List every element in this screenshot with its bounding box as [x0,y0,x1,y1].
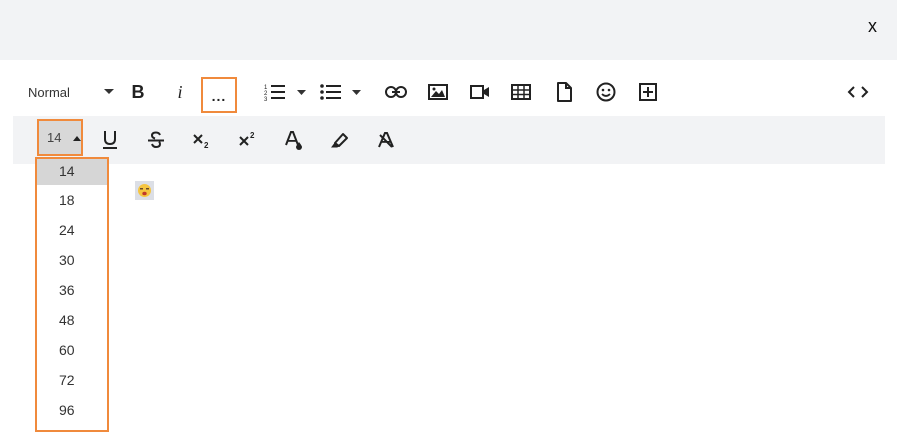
chevron-down-icon [351,89,361,95]
font-size-option[interactable]: 24 [37,215,107,245]
add-box-icon [639,83,657,101]
font-size-option[interactable]: 60 [37,335,107,365]
insert-table-button[interactable] [509,68,533,116]
font-size-option[interactable]: 36 [37,275,107,305]
insert-file-button[interactable] [553,68,575,116]
strikethrough-icon [148,131,164,149]
svg-text:2: 2 [204,141,209,149]
font-size-dropdown: 14 18 24 30 36 48 60 72 96 [35,157,109,432]
insert-more-button[interactable] [636,68,660,116]
bullet-list-button[interactable] [318,68,344,116]
superscript-icon: 2 [239,131,255,146]
dialog-header: x [0,0,897,60]
font-size-option[interactable]: 18 [37,185,107,215]
close-button[interactable]: x [868,14,877,38]
font-size-option[interactable]: 96 [37,395,107,425]
insert-link-button[interactable] [384,68,408,116]
editor-toolbar-secondary: 14 2 2 [13,116,885,164]
block-format-select[interactable]: Normal [28,68,120,116]
highlight-icon [331,133,348,148]
font-size-option[interactable]: 72 [37,365,107,395]
font-size-option[interactable]: 30 [37,245,107,275]
subscript-button[interactable]: 2 [188,116,216,164]
table-icon [511,84,531,100]
highlight-button[interactable] [326,116,354,164]
editor-toolbar-primary: Normal B i ... 1 2 3 [0,68,897,116]
bullet-list-dropdown[interactable] [349,68,363,116]
superscript-button[interactable]: 2 [234,116,262,164]
font-size-option[interactable]: 48 [37,305,107,335]
font-size-option[interactable]: 14 [37,159,107,185]
strikethrough-button[interactable] [142,116,170,164]
svg-text:2: 2 [250,131,255,140]
clear-format-button[interactable] [372,116,400,164]
file-icon [557,82,572,102]
chevron-down-icon [104,89,114,94]
block-format-label: Normal [28,84,70,100]
code-view-button[interactable] [846,68,870,116]
link-icon [385,86,407,98]
subscript-icon: 2 [193,134,209,149]
emoji-face-icon [138,184,151,197]
chevron-up-icon [73,136,81,141]
insert-image-button[interactable] [426,68,450,116]
video-icon [470,85,489,99]
emoji-icon [596,82,616,102]
font-color-button[interactable] [280,116,308,164]
ordered-list-dropdown[interactable] [294,68,308,116]
font-size-select[interactable]: 14 [37,119,83,156]
code-view-icon [847,86,869,98]
inserted-emoji[interactable] [135,181,154,200]
ordered-list-button[interactable]: 1 2 3 [262,68,288,116]
more-options-button[interactable]: ... [201,77,237,113]
font-size-value: 14 [47,130,62,145]
svg-text:3: 3 [264,97,268,101]
clear-format-icon [378,132,394,148]
bullet-list-icon [320,84,341,100]
underline-icon [103,131,117,149]
chevron-down-icon [296,89,306,95]
more-options-icon: ... [211,88,227,104]
insert-emoji-button[interactable] [594,68,618,116]
font-color-icon [285,131,302,150]
insert-video-button[interactable] [468,68,492,116]
bold-button[interactable]: B [126,68,150,116]
image-icon [428,84,448,100]
ordered-list-icon: 1 2 3 [264,85,285,101]
italic-button[interactable]: i [168,68,192,116]
